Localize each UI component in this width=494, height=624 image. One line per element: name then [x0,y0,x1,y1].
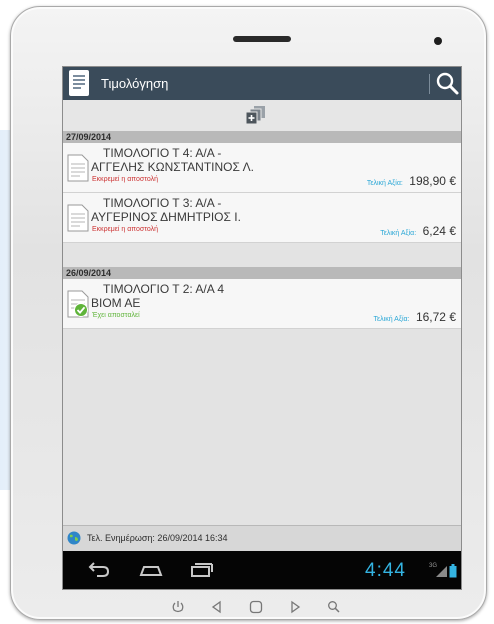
back-button[interactable] [85,560,113,580]
forward-triangle-icon [291,600,301,614]
total-label: Τελική Αξία: [366,180,403,187]
tablet-speaker [233,36,291,42]
checkmark-icon [74,303,88,317]
recent-apps-icon [191,563,213,577]
hw-search-icon [328,601,340,613]
invoice-row[interactable]: ΤΙΜΟΛΟΓΙΟ Τ 4: Α/Α - ΑΓΓΕΛΗΣ ΚΩΝΣΤΑΝΤΙΝΟ… [63,143,461,193]
invoice-title: ΤΙΜΟΛΟΓΙΟ Τ 2: Α/Α 4 ΒΙΟΜ ΑΕ [91,282,224,310]
total-value: 6,24 € [422,224,456,238]
invoice-customer: ΑΓΓΕΛΗΣ ΚΩΝΣΤΑΝΤΙΝΟΣ Λ. [91,160,254,174]
globe-icon [67,531,81,545]
search-button[interactable] [433,69,461,97]
home-button[interactable] [137,560,165,580]
invoice-total: Τελική Αξία: 198,90 € [367,172,456,190]
invoice-status: Εκκρεμεί η αποστολή [92,226,159,233]
app-bar: Τιμολόγηση [63,67,461,100]
document-icon [67,204,89,232]
device-screen: Τιμολόγηση 27/09/2014 ΤΙΜΟΛΟΓΙΟ Τ 4: Α/Α… [63,67,461,589]
document-icon [67,154,89,182]
invoice-number: ΤΙΜΟΛΟΓΙΟ Τ 4: Α/Α - [103,146,222,160]
invoice-total: Τελική Αξία: 16,72 € [374,308,456,326]
total-value: 198,90 € [409,174,456,188]
invoice-status: Εκκρεμεί η αποστολή [92,176,159,183]
status-icons: 3G [429,563,457,578]
hw-power-button[interactable] [170,599,186,615]
status-clock: 4:44 [365,560,406,581]
total-label: Τελική Αξία: [380,230,417,237]
total-value: 16,72 € [415,310,456,324]
signal-icon [436,566,447,577]
recent-apps-button[interactable] [187,560,215,580]
invoice-number: ΤΙΜΟΛΟΓΙΟ Τ 3: Α/Α - [103,196,222,210]
date-section-header: 27/09/2014 [63,131,461,143]
search-icon [436,72,459,95]
tablet-frame: Τιμολόγηση 27/09/2014 ΤΙΜΟΛΟΓΙΟ Τ 4: Α/Α… [10,6,487,620]
hw-back-button[interactable] [209,599,225,615]
battery-icon [449,564,457,578]
invoice-customer: ΑΥΓΕΡΙΝΟΣ ΔΗΜΗΤΡΙΟΣ Ι. [91,210,241,224]
hw-home-button[interactable] [248,599,264,615]
action-toolbar [63,100,461,131]
home-square-icon [249,600,263,614]
invoice-number: ΤΙΜΟΛΟΓΙΟ Τ 2: Α/Α 4 [103,282,225,296]
hw-search-button[interactable] [326,599,342,615]
invoice-status: Έχει αποσταλεί [92,312,140,319]
invoice-title: ΤΙΜΟΛΟΓΙΟ Τ 4: Α/Α - ΑΓΓΕΛΗΣ ΚΩΝΣΤΑΝΤΙΝΟ… [91,146,254,174]
total-label: Τελική Αξία: [373,316,410,323]
add-invoice-button[interactable] [243,105,269,127]
app-bar-divider [429,74,430,94]
back-icon [88,562,110,577]
hw-menu-button[interactable] [287,599,303,615]
invoice-row[interactable]: ΤΙΜΟΛΟΓΙΟ Τ 2: Α/Α 4 ΒΙΟΜ ΑΕ Έχει αποστα… [63,279,461,329]
app-title: Τιμολόγηση [101,76,169,91]
power-icon [172,601,184,613]
home-icon [139,566,163,576]
invoice-total: Τελική Αξία: 6,24 € [380,222,456,240]
last-update-text: Τελ. Ενημέρωση: 26/09/2014 16:34 [87,533,228,543]
front-camera [434,37,442,45]
last-update-bar: Τελ. Ενημέρωση: 26/09/2014 16:34 [63,526,461,551]
invoice-app-icon[interactable] [69,70,89,96]
date-section-header: 26/09/2014 [63,267,461,279]
system-nav-bar: 4:44 3G [63,551,461,589]
invoice-title: ΤΙΜΟΛΟΓΙΟ Τ 3: Α/Α - ΑΥΓΕΡΙΝΟΣ ΔΗΜΗΤΡΙΟΣ… [91,196,241,224]
invoice-customer: ΒΙΟΜ ΑΕ [91,296,141,310]
invoice-row[interactable]: ΤΙΜΟΛΟΓΙΟ Τ 3: Α/Α - ΑΥΓΕΡΙΝΟΣ ΔΗΜΗΤΡΙΟΣ… [63,193,461,243]
document-icon [67,290,89,318]
back-triangle-icon [211,600,221,614]
add-documents-icon [245,106,265,125]
